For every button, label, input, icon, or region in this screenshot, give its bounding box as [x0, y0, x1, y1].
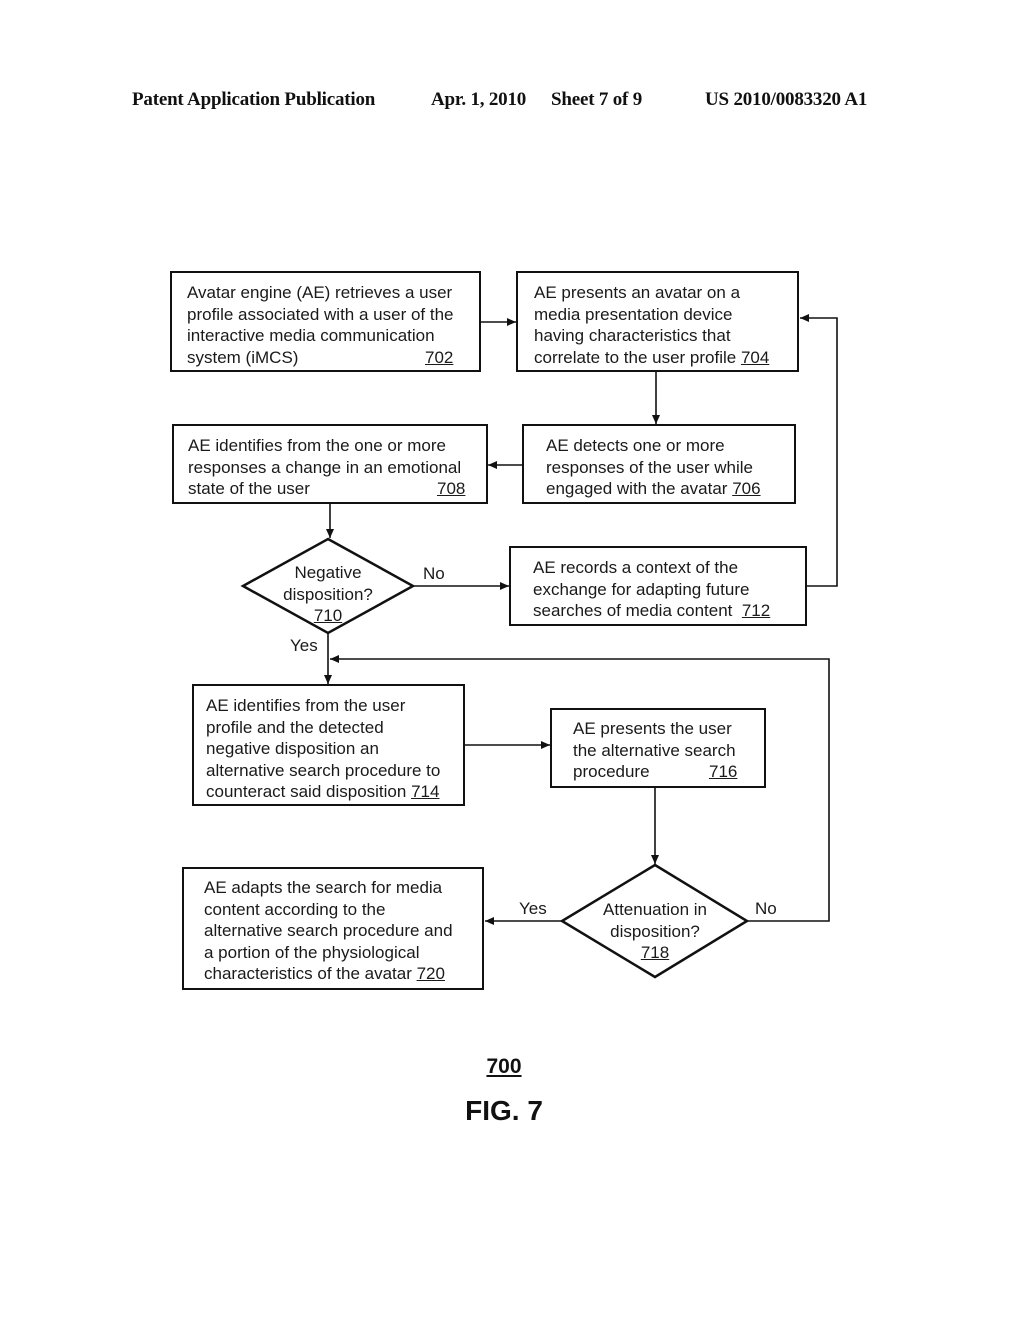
step-702-text: system (iMCS)	[187, 347, 299, 367]
step-714-line: alternative search procedure to	[206, 760, 441, 780]
step-720-line: characteristics of the avatar 720	[204, 963, 482, 985]
step-708-line: responses a change in an emotional	[188, 457, 462, 477]
label-718-yes: Yes	[519, 899, 547, 918]
step-702-ref: 702	[425, 347, 454, 367]
step-706-text: engaged with the avatar	[546, 479, 733, 498]
step-710-line: Negative	[294, 563, 362, 582]
step-706-ref: 706	[732, 479, 761, 498]
step-702-line: Avatar engine (AE) retrieves a user	[187, 283, 453, 302]
step-716-ref: 716	[709, 762, 738, 781]
step-720-box: AE adapts the search for media content a…	[182, 867, 484, 990]
step-714-box: AE identifies from the user profile and …	[192, 684, 465, 806]
step-708-line: state of the user 708	[188, 478, 486, 500]
step-716-text: procedure	[573, 762, 650, 781]
step-708-line: AE identifies from the one or more	[188, 436, 446, 455]
step-714-line: negative disposition an	[206, 739, 379, 758]
step-716-line: the alternative search	[573, 740, 736, 760]
step-702-line: profile associated with a user of the	[187, 304, 454, 324]
step-712-ref: 712	[741, 601, 771, 620]
step-720-text: characteristics of the avatar	[204, 964, 417, 983]
step-702-box: Avatar engine (AE) retrieves a user prof…	[170, 271, 481, 372]
step-704-line: correlate to the user profile 704	[534, 347, 797, 369]
step-718-line: disposition?	[610, 921, 700, 941]
step-718-text: Attenuation in disposition? 718	[585, 899, 725, 964]
label-710-no: No	[423, 564, 445, 583]
step-706-line: AE detects one or more	[546, 436, 725, 455]
step-708-box: AE identifies from the one or more respo…	[172, 424, 488, 504]
step-714-line: AE identifies from the user	[206, 696, 406, 715]
step-704-line: AE presents an avatar on a	[534, 283, 741, 302]
step-708-ref: 708	[437, 479, 466, 498]
step-710-ref: 710	[313, 606, 343, 625]
step-702-line: system (iMCS) 702	[187, 347, 479, 369]
step-706-box: AE detects one or more responses of the …	[522, 424, 796, 504]
step-712-text: searches of media content	[533, 601, 742, 620]
step-720-line: a portion of the physiological	[204, 942, 420, 962]
label-718-no: No	[755, 899, 777, 918]
step-704-line: media presentation device	[534, 304, 733, 324]
step-704-ref: 704	[740, 347, 770, 367]
step-702-line: interactive media communication	[187, 326, 435, 345]
step-710-line: disposition?	[283, 584, 373, 604]
step-708-text: state of the user	[188, 479, 310, 498]
figure-number: 700	[486, 1055, 522, 1078]
step-716-line: AE presents the user	[573, 719, 732, 738]
step-718-line: Attenuation in	[603, 900, 707, 919]
step-720-line: content according to the	[204, 899, 386, 919]
step-716-box: AE presents the user the alternative sea…	[550, 708, 766, 788]
step-712-line: exchange for adapting future	[533, 579, 750, 599]
step-704-box: AE presents an avatar on a media present…	[516, 271, 799, 372]
label-710-yes: Yes	[290, 636, 318, 655]
step-712-line: searches of media content 712	[533, 600, 805, 622]
step-706-line: responses of the user while	[546, 457, 753, 477]
figure-caption: FIG. 7	[465, 1095, 543, 1126]
step-718-ref: 718	[640, 943, 670, 962]
step-720-line: alternative search procedure and	[204, 921, 453, 940]
step-714-line: counteract said disposition 714	[206, 781, 463, 803]
step-714-ref: 714	[411, 782, 440, 801]
step-710-text: Negative disposition? 710	[258, 562, 398, 627]
step-720-line: AE adapts the search for media	[204, 878, 443, 897]
step-714-text: counteract said disposition	[206, 782, 412, 801]
step-714-line: profile and the detected	[206, 717, 384, 737]
step-712-line: AE records a context of the	[533, 558, 739, 577]
step-704-line: having characteristics that	[534, 326, 731, 345]
step-704-text: correlate to the user profile	[534, 347, 741, 367]
step-712-box: AE records a context of the exchange for…	[509, 546, 807, 626]
step-706-line: engaged with the avatar 706	[546, 478, 794, 500]
step-716-line: procedure 716	[573, 761, 764, 783]
step-720-ref: 720	[416, 964, 445, 983]
